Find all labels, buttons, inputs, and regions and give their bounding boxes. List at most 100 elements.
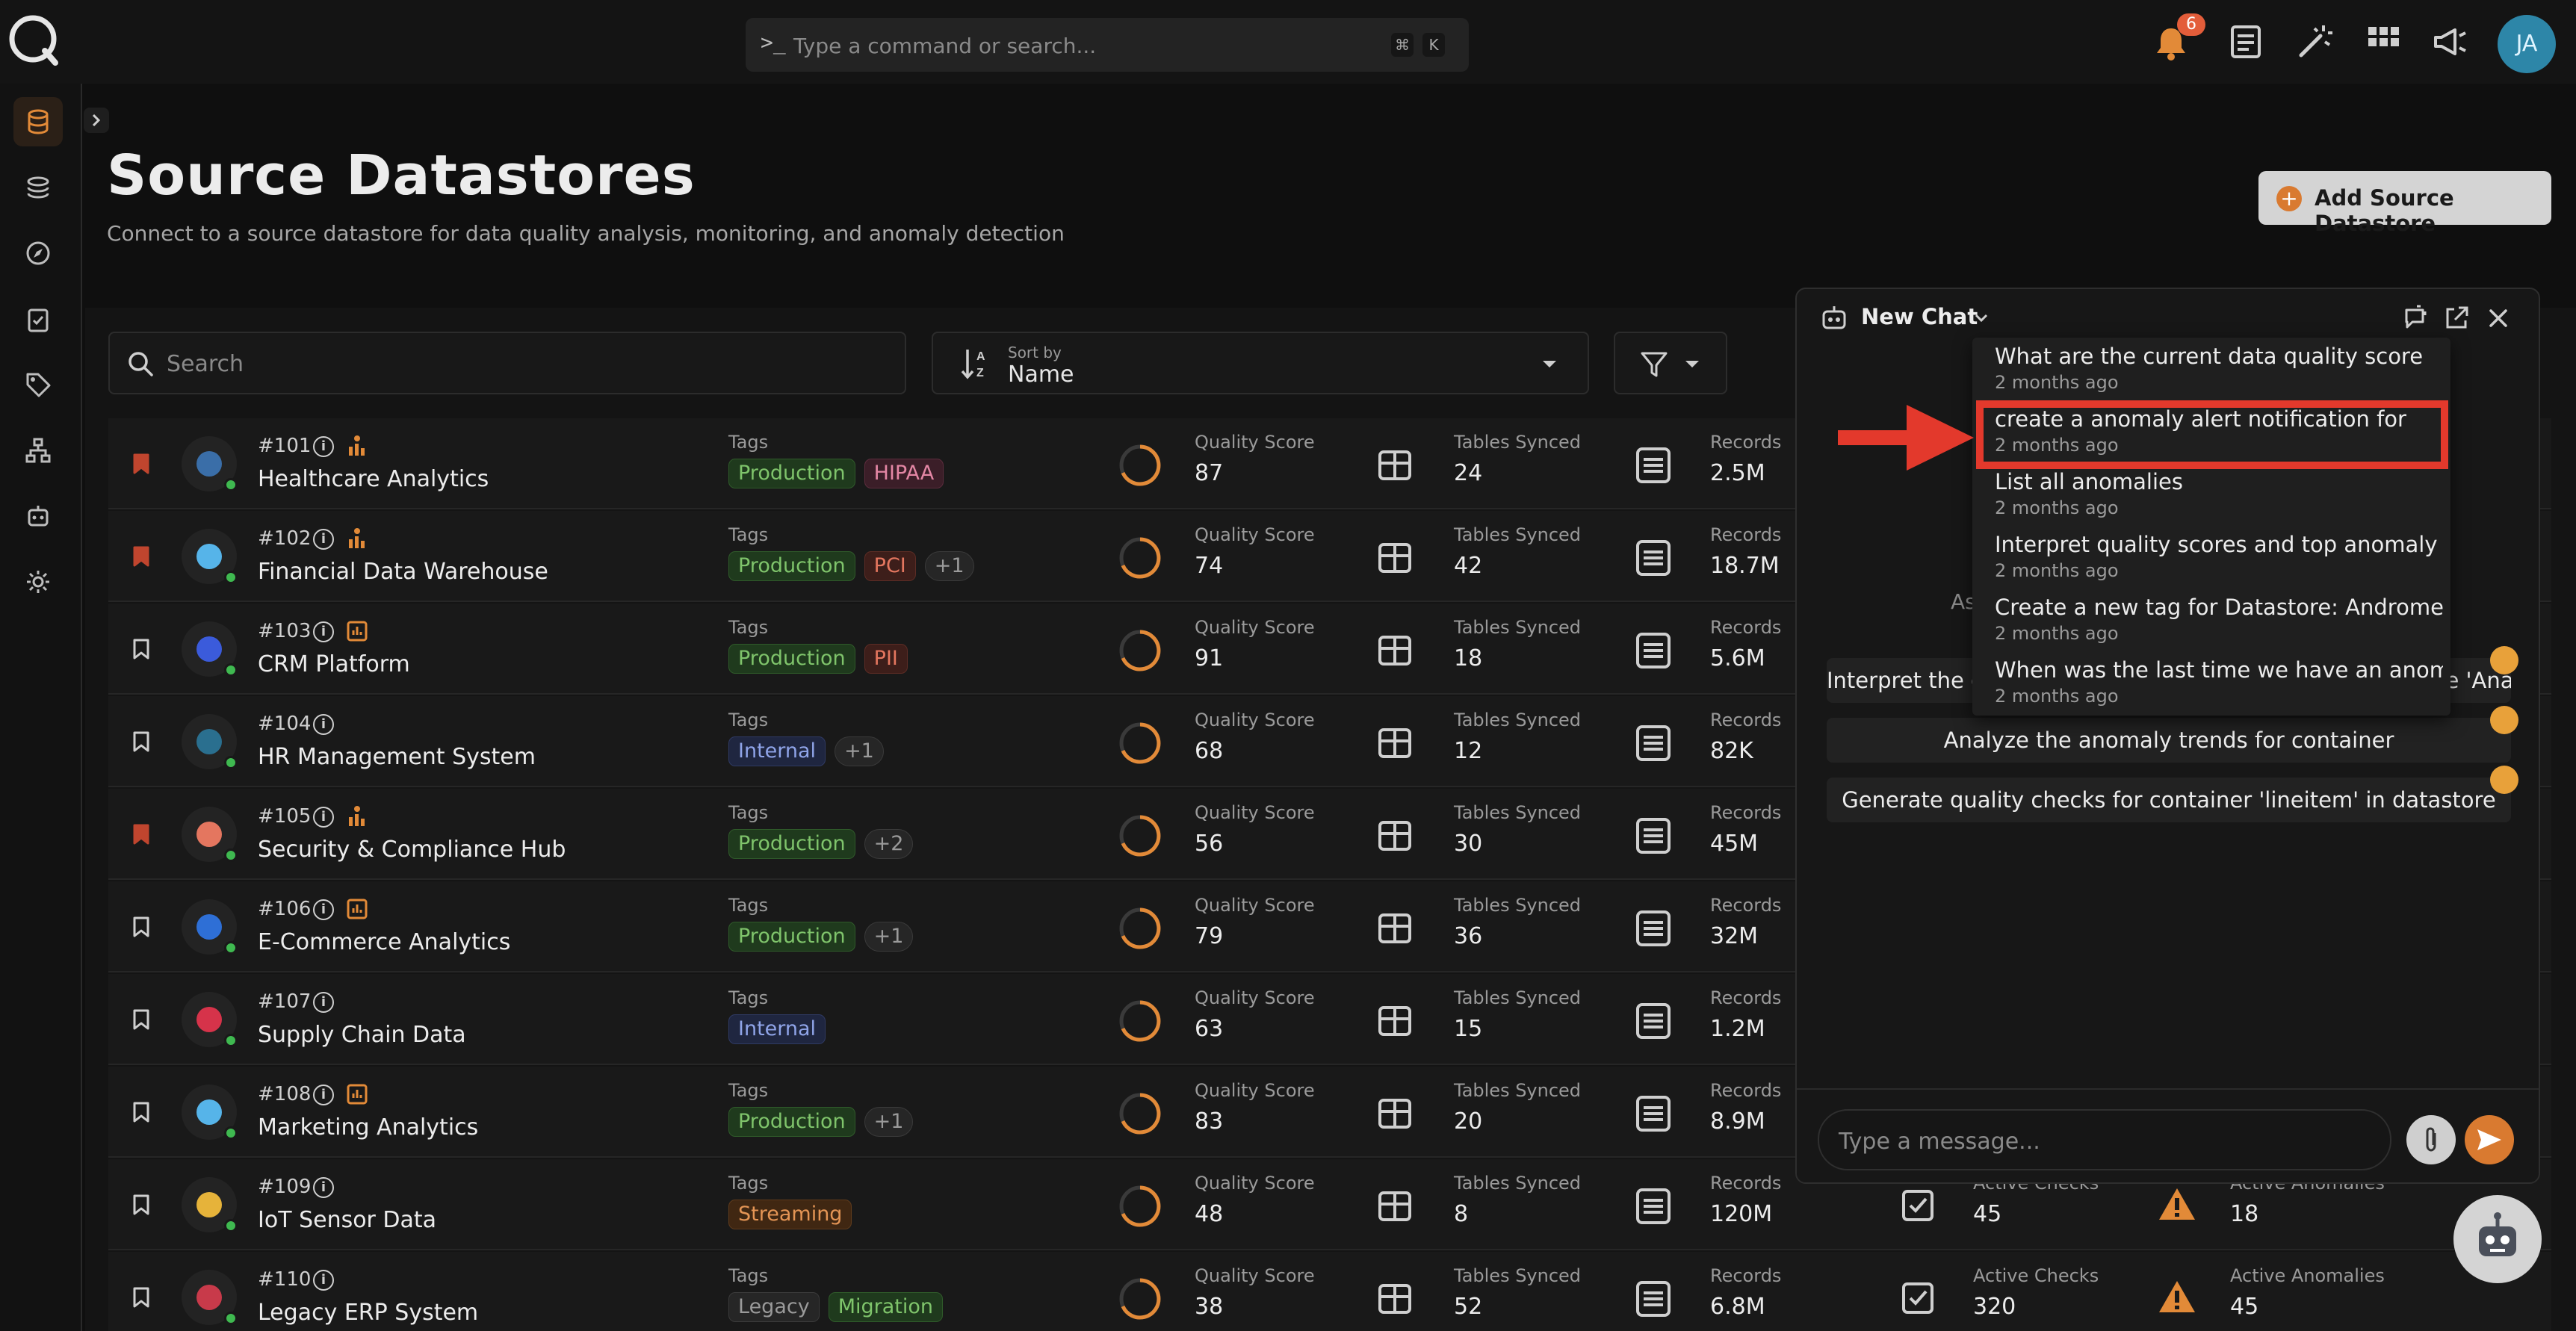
- sidebar-expand-button[interactable]: [84, 108, 109, 133]
- tables-synced-caption: Tables Synced: [1454, 895, 1582, 916]
- chat-history-item[interactable]: List all anomalies 2 months ago: [1995, 469, 2443, 518]
- datastore-name[interactable]: CRM Platform: [258, 651, 410, 677]
- open-external-icon[interactable]: [2442, 304, 2471, 332]
- sidebar-item-enrichment[interactable]: [13, 163, 63, 212]
- tag-badge[interactable]: Production: [728, 551, 855, 581]
- chart-box-icon[interactable]: [346, 898, 368, 920]
- bookmark-icon[interactable]: [132, 1194, 150, 1216]
- tag-badge[interactable]: Production: [728, 1107, 855, 1137]
- info-icon[interactable]: i: [313, 992, 334, 1013]
- tag-badge[interactable]: PII: [864, 644, 908, 674]
- bookmark-icon[interactable]: [132, 730, 150, 753]
- chart-box-icon[interactable]: [346, 1083, 368, 1105]
- magic-wand-icon[interactable]: [2295, 22, 2334, 61]
- command-search-bar[interactable]: >_ Type a command or search... ⌘ K: [746, 18, 1469, 72]
- info-icon[interactable]: i: [313, 1270, 334, 1291]
- sidebar-item-datastores[interactable]: [13, 97, 63, 146]
- tag-badge[interactable]: Production: [728, 922, 855, 952]
- records-value: 2.5M: [1710, 460, 1765, 486]
- sidebar-item-explore[interactable]: [13, 229, 63, 278]
- announcements-megaphone-icon[interactable]: [2431, 22, 2470, 61]
- tag-badge[interactable]: Production: [728, 829, 855, 859]
- sidebar-item-checks[interactable]: [13, 294, 63, 344]
- chat-history-item[interactable]: Interpret quality scores and top anomaly…: [1995, 532, 2443, 581]
- active-anomalies-value: 18: [2230, 1201, 2259, 1227]
- bookmark-icon[interactable]: [132, 1286, 150, 1309]
- tag-badge[interactable]: Internal: [728, 736, 826, 766]
- close-icon[interactable]: [2484, 304, 2512, 332]
- sidebar-item-agents[interactable]: [13, 491, 63, 541]
- sort-by-select[interactable]: A Z Sort by Name: [932, 332, 1589, 394]
- sidebar-item-settings[interactable]: [13, 557, 63, 606]
- info-icon[interactable]: i: [313, 1085, 334, 1105]
- chat-history-item[interactable]: Create a new tag for Datastore: Andromed…: [1995, 595, 2443, 644]
- assistant-fab-button[interactable]: [2453, 1195, 2542, 1283]
- datastore-name[interactable]: Marketing Analytics: [258, 1114, 478, 1141]
- bookmark-icon[interactable]: [132, 453, 150, 475]
- datastore-name[interactable]: Supply Chain Data: [258, 1022, 466, 1048]
- info-icon[interactable]: i: [313, 1177, 334, 1198]
- attach-button[interactable]: [2406, 1115, 2456, 1164]
- datastore-name[interactable]: E-Commerce Analytics: [258, 929, 510, 955]
- datastore-name[interactable]: Financial Data Warehouse: [258, 559, 548, 585]
- datastore-name[interactable]: HR Management System: [258, 744, 536, 770]
- info-icon[interactable]: i: [313, 621, 334, 642]
- tag-badge[interactable]: +1: [924, 551, 974, 581]
- tag-badge[interactable]: Production: [728, 459, 855, 488]
- tag-badge[interactable]: +1: [835, 736, 884, 766]
- chevron-down-icon[interactable]: [1973, 311, 1990, 325]
- tag-badge[interactable]: +1: [864, 1107, 914, 1137]
- tag-badge[interactable]: PCI: [864, 551, 916, 581]
- datastore-name[interactable]: IoT Sensor Data: [258, 1207, 436, 1233]
- info-icon[interactable]: i: [313, 436, 334, 457]
- user-avatar[interactable]: JA: [2498, 15, 2556, 73]
- chart-bars-icon[interactable]: [346, 527, 368, 550]
- send-button[interactable]: [2465, 1115, 2514, 1164]
- chat-suggestion[interactable]: Generate quality checks for container 'l…: [1827, 778, 2511, 822]
- sidebar-item-flows[interactable]: [13, 426, 63, 475]
- tag-list: Production HIPAA: [728, 459, 944, 488]
- bookmark-icon[interactable]: [132, 545, 150, 568]
- datastore-name[interactable]: Healthcare Analytics: [258, 466, 489, 492]
- info-icon[interactable]: i: [313, 899, 334, 920]
- bookmark-icon[interactable]: [132, 916, 150, 938]
- datastore-name[interactable]: Legacy ERP System: [258, 1300, 478, 1326]
- tag-badge[interactable]: HIPAA: [864, 459, 944, 488]
- tag-badge[interactable]: Streaming: [728, 1200, 852, 1229]
- chart-bars-icon[interactable]: [346, 435, 368, 457]
- info-icon[interactable]: i: [313, 714, 334, 735]
- tag-badge[interactable]: Legacy: [728, 1292, 820, 1322]
- docs-icon[interactable]: [2226, 22, 2265, 61]
- bookmark-icon[interactable]: [132, 1008, 150, 1031]
- paperclip-icon: [2426, 1127, 2436, 1152]
- tag-badge[interactable]: Internal: [728, 1014, 826, 1044]
- new-chat-icon[interactable]: [2400, 304, 2429, 332]
- info-icon[interactable]: i: [313, 529, 334, 550]
- datastore-id: #109: [258, 1176, 312, 1198]
- tag-badge[interactable]: Migration: [828, 1292, 943, 1322]
- add-source-datastore-button[interactable]: + Add Source Datastore: [2258, 171, 2551, 236]
- chat-history-item[interactable]: What are the current data quality score …: [1995, 344, 2443, 393]
- chart-box-icon[interactable]: [346, 620, 368, 642]
- plus-circle-icon: +: [2276, 186, 2302, 211]
- bookmark-icon[interactable]: [132, 638, 150, 660]
- message-input[interactable]: Type a message...: [1818, 1109, 2391, 1170]
- bookmark-icon[interactable]: [132, 1101, 150, 1123]
- tag-badge[interactable]: +1: [864, 922, 914, 952]
- apps-grid-icon[interactable]: [2364, 22, 2403, 61]
- filter-button[interactable]: [1614, 332, 1727, 394]
- quality-score-value: 87: [1195, 460, 1224, 486]
- datastore-row[interactable]: #110 i Legacy ERP System Tags Legacy Migratio…: [108, 1252, 2551, 1331]
- bookmark-icon[interactable]: [132, 823, 150, 846]
- app-logo-icon[interactable]: [7, 13, 61, 67]
- datastore-name[interactable]: Security & Compliance Hub: [258, 837, 566, 863]
- tag-badge[interactable]: +2: [864, 829, 914, 859]
- search-input[interactable]: Search: [108, 332, 906, 394]
- info-icon[interactable]: i: [313, 807, 334, 828]
- chat-history-item[interactable]: When was the last time we have an anomal…: [1995, 657, 2443, 707]
- quality-score-caption: Quality Score: [1195, 617, 1315, 638]
- chart-bars-icon[interactable]: [346, 805, 368, 828]
- sidebar-item-tags[interactable]: [13, 360, 63, 409]
- tag-badge[interactable]: Production: [728, 644, 855, 674]
- chat-suggestion[interactable]: Analyze the anomaly trends for container: [1827, 718, 2511, 763]
